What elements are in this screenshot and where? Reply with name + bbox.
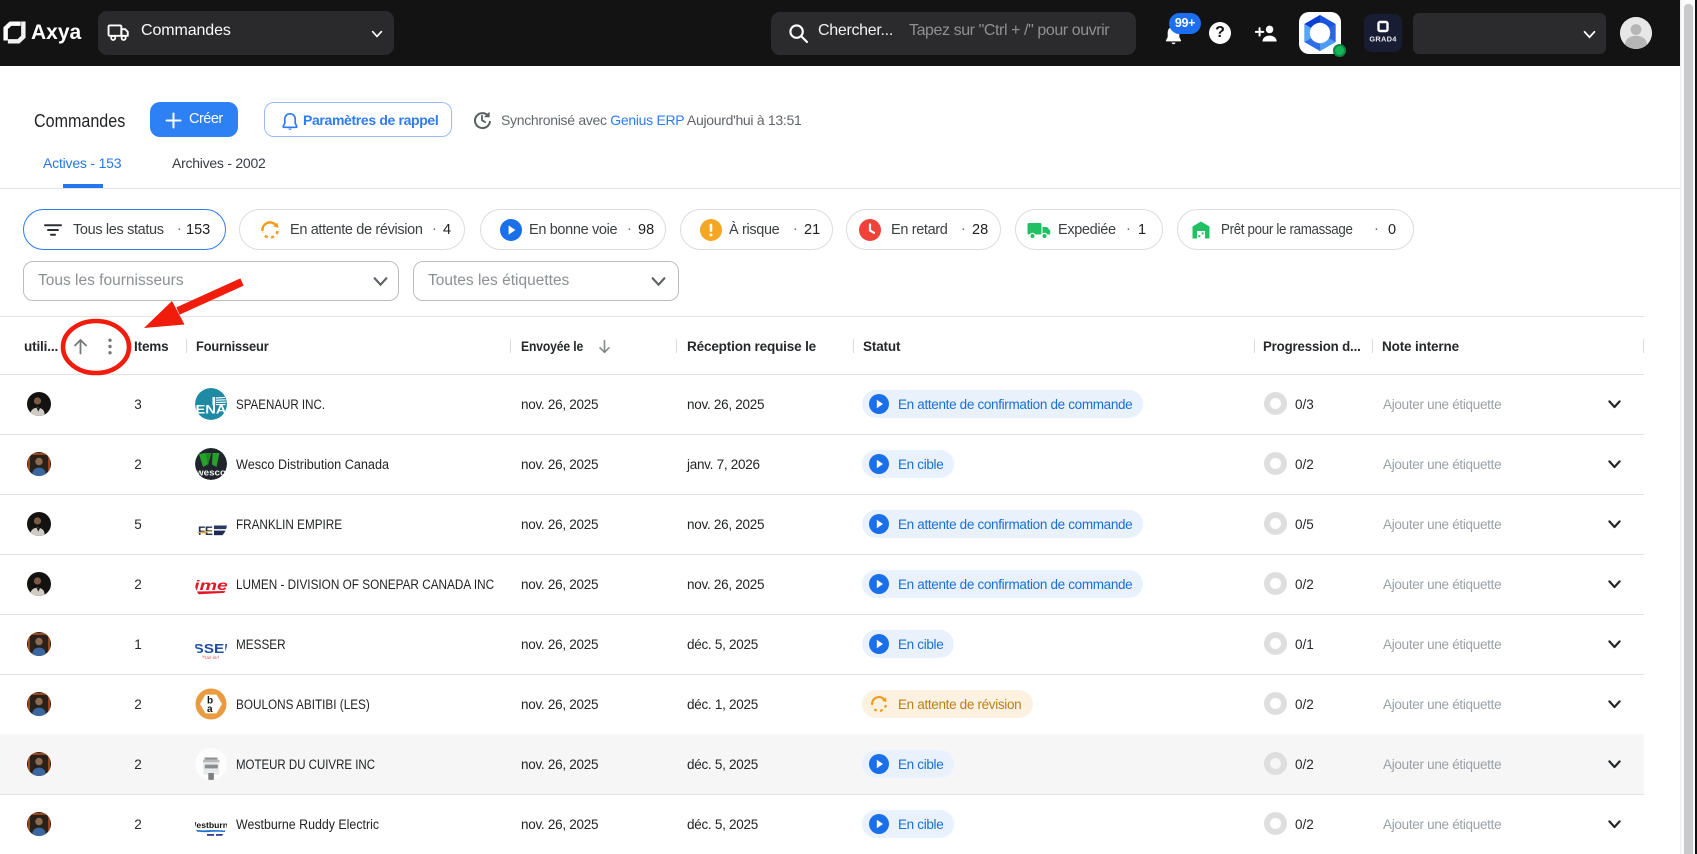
svg-text:wesco: wesco bbox=[195, 468, 226, 479]
svg-text:GRAD4: GRAD4 bbox=[1369, 35, 1397, 44]
svg-text:SSEI: SSEI bbox=[195, 641, 227, 656]
svg-text:•|Gaz·ind: •|Gaz·ind bbox=[200, 655, 219, 660]
svg-text:ime: ime bbox=[195, 577, 227, 593]
svg-text:/estburn: /estburn bbox=[195, 820, 227, 830]
svg-text:ENA: ENA bbox=[196, 405, 227, 417]
svg-text:a: a bbox=[207, 704, 213, 715]
